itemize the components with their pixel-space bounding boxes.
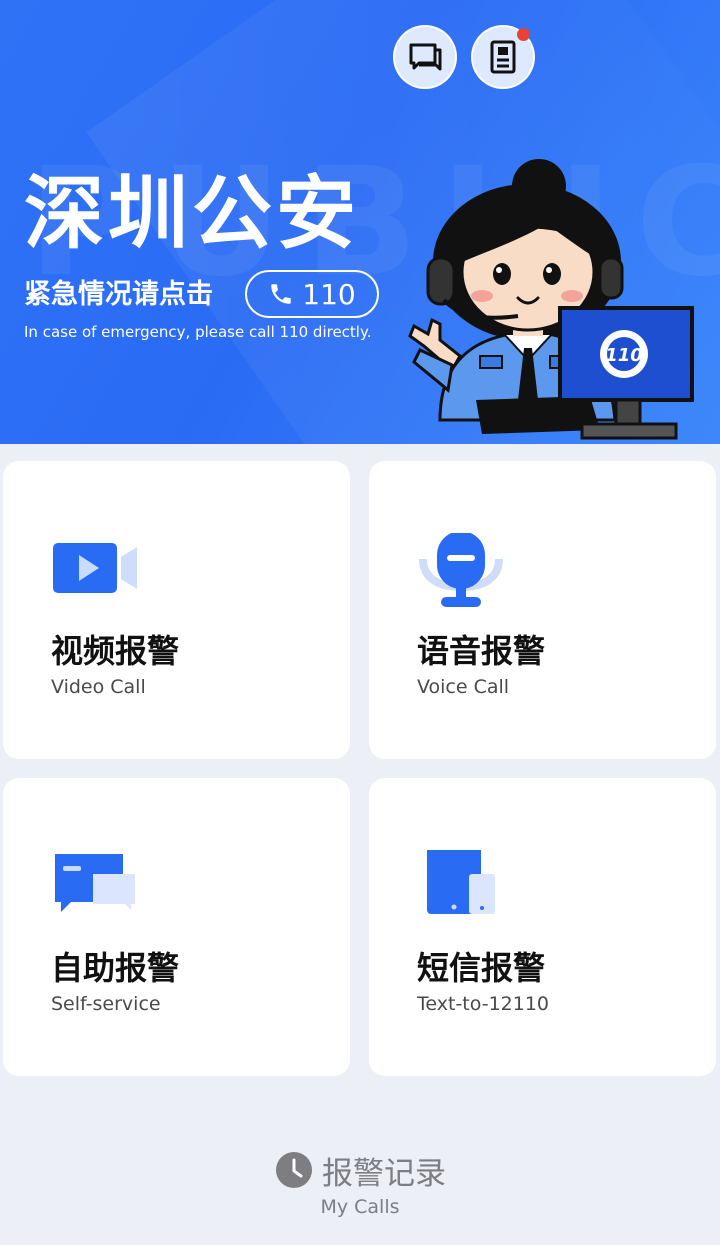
page-title: 深圳公安: [24, 167, 360, 260]
emergency-english-text: In case of emergency, please call 110 di…: [24, 323, 372, 341]
mobile-tablet-icon: [427, 850, 495, 914]
phone-icon: [271, 284, 292, 304]
card-subtitle: Video Call: [51, 676, 146, 698]
call-110-button[interactable]: 110: [245, 270, 379, 318]
card-title: 自助报警: [51, 949, 180, 987]
microphone-icon: [419, 533, 503, 607]
messages-button[interactable]: [393, 25, 457, 89]
card-subtitle: Self-service: [51, 993, 161, 1015]
voice-call-card[interactable]: 语音报警 Voice Call: [369, 461, 716, 759]
police-operator-illustration: 110: [408, 159, 694, 440]
video-camera-icon: [53, 543, 137, 593]
document-icon: [490, 40, 516, 74]
sms-alert-card[interactable]: 短信报警 Text-to-12110: [369, 778, 716, 1076]
monitor-logo-text: 110: [605, 345, 643, 366]
self-service-card[interactable]: 自助报警 Self-service: [3, 778, 350, 1076]
my-calls-title: 报警记录: [322, 1155, 446, 1192]
hero-banner: PUBLIC 深圳公安 紧急情况请点击 110 In case of emerg…: [0, 0, 720, 444]
clock-icon: [276, 1152, 312, 1188]
card-title: 短信报警: [417, 949, 546, 987]
my-calls-link[interactable]: 报警记录 My Calls: [0, 1148, 720, 1224]
call-button-label: 110: [302, 277, 356, 311]
my-calls-row: 报警记录: [276, 1148, 446, 1192]
card-title: 语音报警: [417, 632, 546, 670]
card-subtitle: Voice Call: [417, 676, 510, 698]
card-title: 视频报警: [51, 632, 180, 670]
video-call-card[interactable]: 视频报警 Video Call: [3, 461, 350, 759]
my-calls-subtitle: My Calls: [320, 1196, 400, 1218]
chat-icon: [409, 43, 442, 71]
notification-dot: [517, 28, 530, 41]
emergency-prompt: 紧急情况请点击: [24, 279, 213, 310]
card-subtitle: Text-to-12110: [417, 993, 550, 1015]
records-button[interactable]: [471, 25, 535, 89]
chat-bubbles-icon: [55, 854, 135, 912]
app-screen: PUBLIC 深圳公安 紧急情况请点击 110 In case of emerg…: [0, 0, 720, 1245]
